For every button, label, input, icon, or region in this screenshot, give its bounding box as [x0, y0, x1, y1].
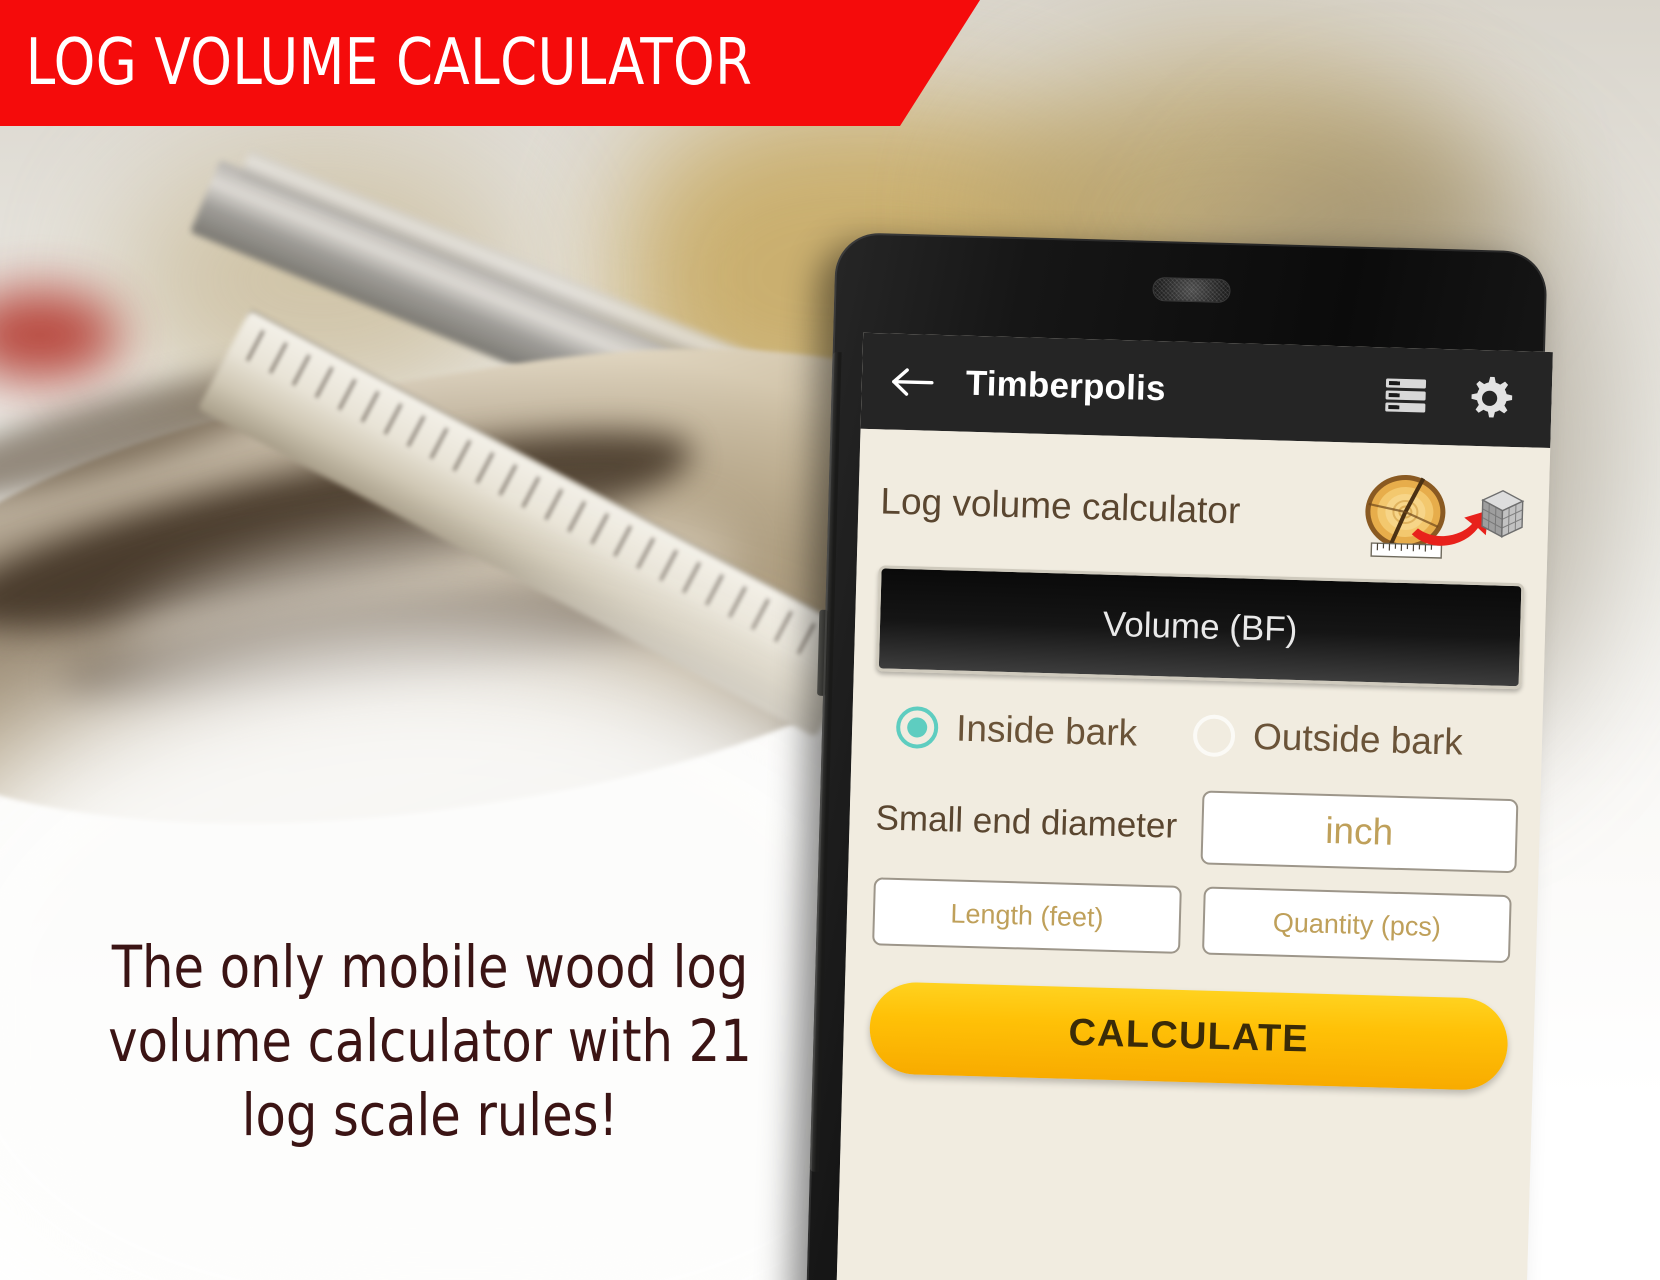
diameter-row: Small end diameter inch	[871, 781, 1519, 874]
speaker-mesh	[1153, 277, 1230, 303]
bark-option-group: Inside bark Outside bark	[874, 705, 1521, 765]
log-cross-section-to-cube-icon	[1359, 471, 1525, 564]
diameter-input[interactable]: inch	[1200, 790, 1519, 874]
radio-inside-bark[interactable]: Inside bark	[895, 705, 1138, 755]
tagline-line-1: The only mobile wood log	[111, 933, 749, 1001]
phone-mockup: Timberpolis Log volume calculator Volume…	[805, 232, 1556, 1280]
radio-outside-bark-circle	[1192, 714, 1236, 758]
volume-unit-select-label: Volume (BF)	[1102, 604, 1298, 650]
quantity-input[interactable]: Quantity (pcs)	[1201, 886, 1512, 964]
tagline-line-2: volume calculator with 21	[108, 1007, 752, 1076]
length-input[interactable]: Length (feet)	[872, 877, 1182, 954]
radio-outside-bark[interactable]: Outside bark	[1192, 714, 1464, 764]
list-icon[interactable]	[1381, 371, 1430, 420]
phone-screen: Timberpolis Log volume calculator Volume…	[835, 332, 1553, 1280]
length-input-placeholder: Length (feet)	[950, 897, 1104, 933]
calculator-form: Log volume calculator Volume (BF) Inside…	[835, 428, 1551, 1280]
diameter-input-placeholder: inch	[1324, 809, 1394, 853]
app-bar-actions	[1381, 369, 1552, 426]
tagline-line-3: log scale rules!	[241, 1081, 619, 1150]
tagline: The only mobile wood log volume calculat…	[60, 930, 801, 1153]
quantity-input-placeholder: Quantity (pcs)	[1272, 906, 1442, 942]
heading-row: Log volume calculator	[879, 429, 1528, 563]
radio-inside-bark-dot	[906, 717, 928, 738]
gear-icon[interactable]	[1463, 372, 1516, 425]
app-title: Timberpolis	[965, 363, 1167, 409]
calculate-button-label: CALCULATE	[1068, 1011, 1310, 1061]
radio-outside-bark-label: Outside bark	[1252, 715, 1464, 763]
back-arrow-icon[interactable]	[885, 354, 940, 409]
radio-inside-bark-label: Inside bark	[955, 707, 1138, 754]
volume-unit-select[interactable]: Volume (BF)	[875, 565, 1525, 690]
page-title: Log volume calculator	[879, 480, 1241, 532]
diameter-label: Small end diameter	[875, 798, 1178, 846]
calculate-button[interactable]: CALCULATE	[868, 981, 1509, 1092]
radio-inside-bark-circle	[895, 705, 939, 750]
banner: LOG VOLUME CALCULATOR	[0, 0, 980, 126]
length-quantity-row: Length (feet) Quantity (pcs)	[868, 877, 1516, 964]
banner-title: LOG VOLUME CALCULATOR	[25, 26, 753, 100]
earpiece-speaker	[1152, 276, 1231, 304]
